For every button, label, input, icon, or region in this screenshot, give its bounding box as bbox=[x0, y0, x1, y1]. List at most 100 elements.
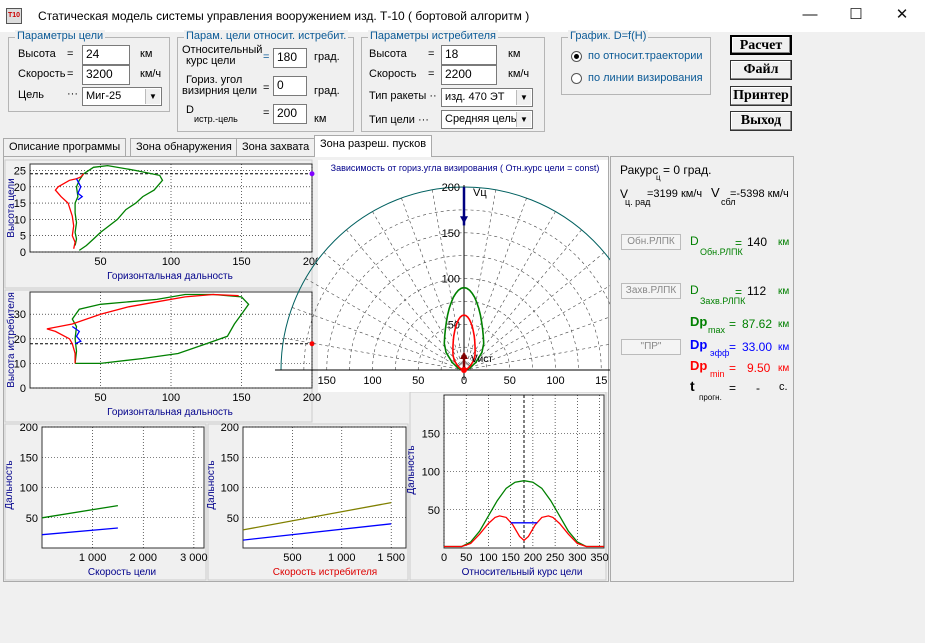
chart-3-ytick-2: 150 bbox=[221, 452, 239, 464]
chart-0-xtick-0: 50 bbox=[94, 256, 106, 268]
chart-2-ytick-0: 50 bbox=[26, 513, 38, 525]
chart-4-ytick-2: 150 bbox=[422, 428, 440, 440]
polar-h-label-6: 15 bbox=[595, 375, 607, 387]
v-target-value: =3199 км/ч bbox=[647, 188, 703, 200]
dp-eff-value: 33.00 bbox=[742, 340, 773, 354]
chart-4-xtick-5: 250 bbox=[546, 552, 564, 564]
t-eq: = bbox=[729, 381, 737, 395]
chart-4-xtick-0: 0 bbox=[441, 552, 447, 564]
t-label: t bbox=[690, 378, 695, 394]
dp-min-unit: км bbox=[778, 363, 790, 374]
dp-max-eq: = bbox=[729, 317, 737, 331]
chart-1-xtick-1: 100 bbox=[162, 392, 180, 404]
chart-3-xtick-0: 500 bbox=[283, 552, 301, 564]
chart-4-xtick-4: 200 bbox=[524, 552, 542, 564]
polar-h-label-0: 150 bbox=[318, 375, 336, 387]
chart-0-ylabel: Высота цели bbox=[6, 178, 17, 237]
chart-1-ylabel: Высота истребителя bbox=[5, 292, 17, 388]
chart-1-ytick-0: 0 bbox=[20, 383, 26, 395]
polar-title: Зависимость от гориз.угла визирования ( … bbox=[331, 163, 600, 173]
d-capture-unit: км bbox=[778, 286, 790, 297]
chart-2-ytick-1: 100 bbox=[20, 483, 38, 495]
polar-vist-label: Vист bbox=[471, 354, 493, 365]
capture-box: Захв.РЛПК bbox=[621, 283, 681, 299]
chart-2-xtick-0: 1 000 bbox=[79, 552, 107, 564]
rakurs-label: Ракурс bbox=[620, 163, 659, 177]
dp-min-sub: min bbox=[710, 369, 725, 379]
chart-4-ylabel: Дальность bbox=[406, 445, 417, 494]
dp-eff-unit: км bbox=[778, 342, 790, 353]
chart-0-marker-point bbox=[309, 171, 315, 177]
chart-3-ytick-0: 50 bbox=[227, 513, 239, 525]
chart-3-ytick-1: 100 bbox=[221, 483, 239, 495]
rakurs-sub: ц bbox=[656, 173, 661, 182]
chart-1-xtick-0: 50 bbox=[94, 392, 106, 404]
chart-2-ytick-2: 150 bbox=[20, 452, 38, 464]
chart-0-plot-area bbox=[29, 163, 313, 253]
dp-min-label: Dp bbox=[690, 358, 708, 373]
d-detect-eq: = bbox=[735, 236, 743, 250]
detection-box: Обн.РЛПК bbox=[621, 234, 681, 250]
polar-h-label-2: 50 bbox=[412, 375, 424, 387]
polar-h-label-3: 0 bbox=[461, 375, 467, 387]
dp-eff-label: Dp bbox=[690, 337, 708, 352]
chart-4-xlabel: Относительный курс цели bbox=[462, 567, 583, 578]
dp-eff-eq: = bbox=[729, 340, 737, 354]
polar-ring-label-1: 100 bbox=[442, 274, 460, 286]
t-sub: прогн. bbox=[699, 393, 722, 402]
chart-3-ytick-3: 200 bbox=[221, 422, 239, 434]
d-capture-value: 112 bbox=[747, 284, 767, 298]
chart-4-xtick-6: 300 bbox=[568, 552, 586, 564]
dp-max-label: Dp bbox=[690, 314, 708, 329]
chart-3-xtick-1: 1 000 bbox=[328, 552, 356, 564]
chart-0-ytick-5: 25 bbox=[14, 166, 26, 178]
chart-2-ylabel: Дальность bbox=[4, 460, 15, 509]
chart-1-xtick-3: 200 bbox=[303, 392, 321, 404]
polar-origin bbox=[461, 367, 467, 373]
chart-4-xtick-2: 100 bbox=[479, 552, 497, 564]
polar-ring-label-2: 150 bbox=[442, 228, 460, 240]
dp-eff-sub: эфф bbox=[710, 348, 730, 358]
d-detect-label: D bbox=[690, 234, 699, 248]
chart-4-ytick-0: 50 bbox=[428, 505, 440, 517]
chart-2-xtick-2: 3 000 bbox=[180, 552, 208, 564]
dp-max-value: 87.62 bbox=[742, 317, 773, 331]
chart-4-xtick-7: 350 bbox=[590, 552, 608, 564]
d-capture-label: D bbox=[690, 283, 699, 297]
tab-launch-zone[interactable]: Зона разреш. пусков bbox=[314, 135, 433, 157]
dp-max-sub: max bbox=[708, 325, 726, 335]
chart-3-ylabel: Дальность bbox=[206, 460, 217, 509]
chart-4-xtick-1: 50 bbox=[460, 552, 472, 564]
chart-0-ytick-1: 5 bbox=[20, 231, 26, 243]
results-panel: Ракурс ц = 0 град. V ц. рад =3199 км/ч V… bbox=[610, 156, 794, 582]
chart-0-xlabel: Горизонтальная дальность bbox=[107, 271, 233, 282]
chart-1-xlabel: Горизонтальная дальность bbox=[107, 407, 233, 418]
polar-ring-label-3: 200 bbox=[442, 182, 460, 194]
pr-box: "ПР" bbox=[621, 339, 681, 355]
v-closing-value: =-5398 км/ч bbox=[730, 188, 789, 200]
dp-min-eq: = bbox=[729, 361, 737, 375]
d-detect-value: 140 bbox=[747, 235, 768, 249]
polar-h-label-5: 100 bbox=[546, 375, 564, 387]
chart-0-xtick-1: 100 bbox=[162, 256, 180, 268]
chart-0-ytick-0: 0 bbox=[20, 247, 26, 259]
chart-2-xtick-1: 2 000 bbox=[129, 552, 157, 564]
chart-3-xlabel: Скорость истребителя bbox=[273, 566, 377, 578]
chart-3-xtick-2: 1 500 bbox=[377, 552, 405, 564]
t-unit: с. bbox=[779, 381, 788, 393]
v-closing-label: V bbox=[711, 185, 720, 200]
polar-h-label-1: 100 bbox=[363, 375, 381, 387]
polar-vc-label: Vц bbox=[473, 187, 487, 199]
d-detect-unit: км bbox=[778, 237, 790, 248]
chart-0-xtick-2: 150 bbox=[232, 256, 250, 268]
chart-2-xlabel: Скорость цели bbox=[88, 567, 156, 578]
t-value: - bbox=[756, 381, 760, 395]
dp-min-value: 9.50 bbox=[747, 361, 771, 375]
chart-4-xtick-3: 150 bbox=[501, 552, 519, 564]
chart-1-xtick-2: 150 bbox=[232, 392, 250, 404]
rakurs-value: = 0 град. bbox=[663, 163, 712, 177]
polar-h-label-4: 50 bbox=[504, 375, 516, 387]
chart-2-ytick-3: 200 bbox=[20, 422, 38, 434]
chart-4-ytick-1: 100 bbox=[422, 467, 440, 479]
d-capture-eq: = bbox=[735, 285, 743, 299]
